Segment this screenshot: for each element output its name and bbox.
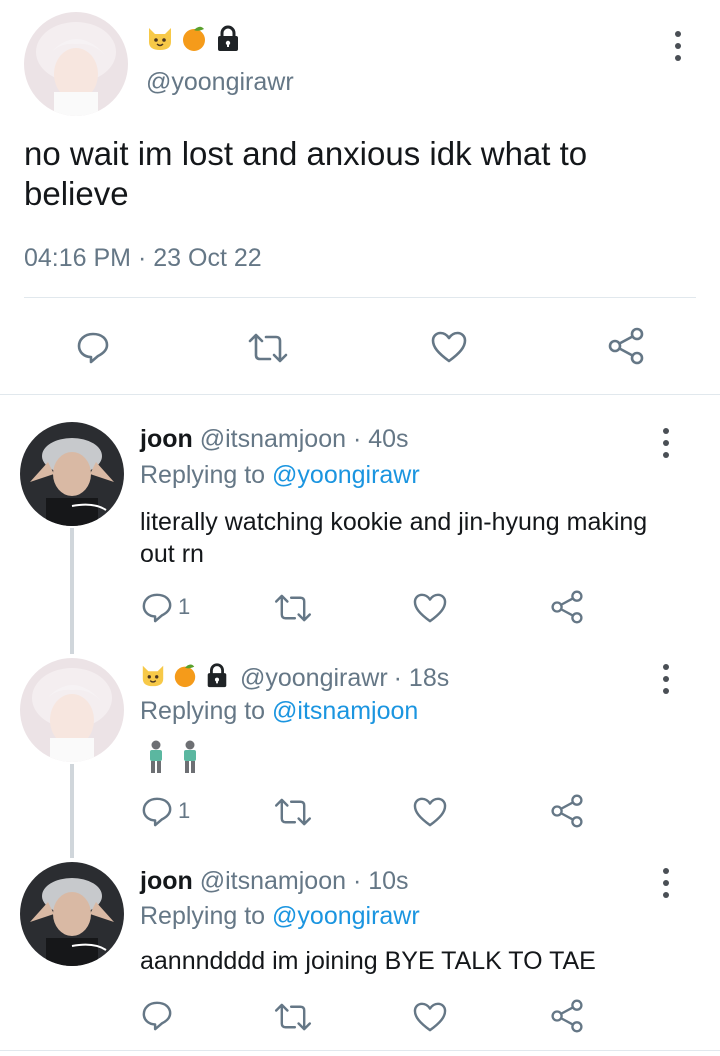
name-emoji-row: [146, 24, 242, 56]
share-icon[interactable]: [549, 793, 585, 829]
avatar[interactable]: [20, 422, 124, 526]
display-name[interactable]: joon: [140, 867, 193, 895]
avatar[interactable]: [24, 12, 128, 116]
reply-header: joon @itsnamjoon · 40s: [140, 425, 409, 454]
like-icon[interactable]: [412, 1001, 448, 1033]
share-icon[interactable]: [606, 326, 646, 366]
cat-face-icon: [140, 662, 166, 695]
reply-icon[interactable]: [141, 1000, 173, 1032]
replying-to: Replying to @itsnamjoon: [140, 697, 418, 726]
share-icon[interactable]: [549, 998, 585, 1034]
reply-text: literally watching kookie and jin-hyung …: [140, 508, 648, 568]
replying-to: Replying to @yoongirawr: [140, 902, 420, 931]
replying-to-handle[interactable]: @yoongirawr: [272, 461, 420, 489]
man-standing-icon: [146, 740, 166, 779]
like-icon[interactable]: [412, 796, 448, 828]
tangerine-icon: [180, 24, 208, 57]
replying-to-label: Replying to: [140, 902, 266, 930]
more-options-icon[interactable]: [654, 428, 678, 458]
replying-to-label: Replying to: [140, 697, 266, 725]
lock-icon: [214, 24, 242, 57]
section-divider: [0, 394, 720, 395]
replying-to-handle[interactable]: @yoongirawr: [272, 902, 420, 930]
retweet-icon[interactable]: [272, 1003, 314, 1031]
timestamp-separator: ·: [137, 244, 147, 272]
man-standing-icon: [180, 740, 200, 779]
reply-icon[interactable]: [76, 331, 110, 365]
replying-to-handle[interactable]: @itsnamjoon: [272, 697, 418, 725]
reply-header: @yoongirawr · 18s: [140, 662, 449, 695]
reply-count: 1: [178, 798, 191, 823]
more-options-icon[interactable]: [666, 31, 690, 61]
reply-emoji-text: [146, 740, 200, 779]
replying-to: Replying to @yoongirawr: [140, 461, 420, 490]
like-icon[interactable]: [412, 592, 448, 624]
tweet-timestamp: 04:16 PM · 23 Oct 22: [24, 244, 262, 273]
like-icon[interactable]: [430, 330, 468, 364]
reply-icon[interactable]: [141, 796, 173, 828]
divider: [24, 297, 696, 298]
reply-age: · 18s: [393, 664, 450, 692]
reply-age: · 10s: [352, 867, 409, 895]
tweet-date: 23 Oct 22: [153, 244, 262, 272]
tangerine-icon: [172, 662, 198, 695]
more-options-icon[interactable]: [654, 664, 678, 694]
tweet-time: 04:16 PM: [24, 244, 132, 272]
reply-age: · 40s: [352, 425, 409, 453]
retweet-icon[interactable]: [272, 594, 314, 622]
thread-line: [70, 528, 74, 654]
bottom-divider: [0, 1050, 720, 1051]
retweet-icon[interactable]: [246, 333, 290, 363]
reply-handle[interactable]: @itsnamjoon: [200, 425, 346, 453]
tweet-handle[interactable]: @yoongirawr: [146, 68, 294, 97]
avatar[interactable]: [20, 658, 124, 762]
thread-line: [70, 764, 74, 858]
reply-icon[interactable]: [141, 592, 173, 624]
replying-to-label: Replying to: [140, 461, 266, 489]
reply-count: 1: [178, 594, 191, 619]
reply-handle[interactable]: @yoongirawr: [240, 664, 388, 693]
share-icon[interactable]: [549, 589, 585, 625]
reply-handle[interactable]: @itsnamjoon: [200, 867, 346, 895]
reply-header: joon @itsnamjoon · 10s: [140, 867, 409, 896]
cat-face-icon: [146, 24, 174, 57]
avatar[interactable]: [20, 862, 124, 966]
retweet-icon[interactable]: [272, 798, 314, 826]
tweet-text: no wait im lost and anxious idk what to …: [24, 135, 588, 212]
more-options-icon[interactable]: [654, 868, 678, 898]
reply-text: aannndddd im joining BYE TALK TO TAE: [140, 947, 596, 975]
display-name[interactable]: joon: [140, 425, 193, 453]
lock-icon: [204, 662, 230, 695]
